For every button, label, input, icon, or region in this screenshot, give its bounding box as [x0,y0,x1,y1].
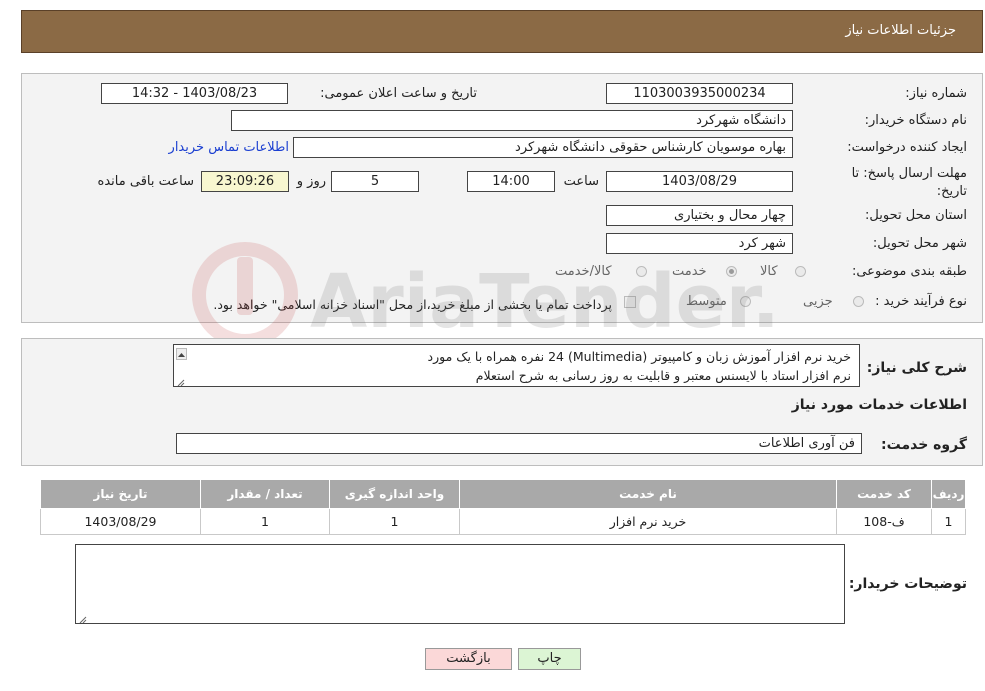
description-label: شرح کلی نیاز: [866,360,967,376]
deadline-label-line1: مهلت ارسال پاسخ: تا [851,166,967,181]
resize-handle-icon[interactable] [79,613,87,623]
col-date-header: تاریخ نیاز [40,479,201,509]
category-goods-radio[interactable] [795,266,806,277]
col-qty-header: تعداد / مقدار [200,479,330,509]
buyer-notes-textarea[interactable] [75,544,845,624]
table-row: 1 ف-108 خرید نرم افزار 1 1 1403/08/29 [40,508,966,535]
page-title: جزئیات اطلاعات نیاز [845,23,956,38]
page-header: جزئیات اطلاعات نیاز [21,10,983,53]
print-button[interactable]: چاپ [518,648,581,670]
service-group-field: فن آوری اطلاعات [176,433,862,454]
days-label: روز و [296,174,326,189]
days-field: 5 [331,171,419,192]
buyer-field: دانشگاه شهرکرد [231,110,793,131]
treasury-payment-checkbox[interactable] [624,296,636,308]
back-button[interactable]: بازگشت [425,648,512,670]
service-group-label: گروه خدمت: [881,437,967,453]
table-header-row: ردیف کد خدمت نام خدمت واحد اندازه گیری ت… [40,479,966,509]
buyer-notes-label: توضیحات خریدار: [848,576,967,592]
services-table: ردیف کد خدمت نام خدمت واحد اندازه گیری ت… [40,479,966,535]
city-label: شهر محل تحویل: [872,236,967,251]
cell-date: 1403/08/29 [40,508,201,535]
purchase-minor-radio[interactable] [853,296,864,307]
cell-qty: 1 [200,508,330,535]
services-title: اطلاعات خدمات مورد نیاز [791,397,967,413]
category-goods-label: کالا [760,264,778,279]
creator-field: بهاره موسویان کارشناس حقوقی دانشگاه شهرک… [293,137,793,158]
resize-handle-icon[interactable] [177,376,185,386]
category-goods-service-radio[interactable] [636,266,647,277]
cell-unit: 1 [329,508,460,535]
remaining-label: ساعت باقی مانده [97,174,194,189]
deadline-time-label: ساعت [563,174,599,189]
category-service-label: خدمت [672,264,707,279]
announce-date-field: 1403/08/23 - 14:32 [101,83,288,104]
purchase-medium-radio[interactable] [740,296,751,307]
col-name-header: نام خدمت [459,479,837,509]
cell-name: خرید نرم افزار [459,508,837,535]
col-unit-header: واحد اندازه گیری [329,479,460,509]
description-line-2: نرم افزار استاد با لایسنس معتبر و قابلیت… [475,368,851,383]
need-number-field: 1103003935000234 [606,83,793,104]
province-field: چهار محال و بختیاری [606,205,793,226]
col-row-header: ردیف [931,479,966,509]
col-code-header: کد خدمت [836,479,932,509]
buyer-label: نام دستگاه خریدار: [864,113,967,128]
province-label: استان محل تحویل: [865,208,967,223]
need-number-label: شماره نیاز: [905,86,967,101]
scroll-up-icon[interactable] [176,348,187,360]
remaining-time-field: 23:09:26 [201,171,289,192]
category-goods-service-label: کالا/خدمت [555,264,612,279]
announce-date-label: تاریخ و ساعت اعلان عمومی: [320,86,477,101]
purchase-minor-label: جزیی [803,294,833,309]
description-textarea[interactable]: خرید نرم افزار آموزش زبان و کامپیوتر (Mu… [173,344,860,387]
city-field: شهر کرد [606,233,793,254]
description-line-1: خرید نرم افزار آموزش زبان و کامپیوتر (Mu… [427,349,851,364]
purchase-medium-label: متوسط [686,294,727,309]
creator-label: ایجاد کننده درخواست: [847,140,967,155]
category-service-radio[interactable] [726,266,737,277]
deadline-time-field: 14:00 [467,171,555,192]
category-label: طبقه بندی موضوعی: [851,264,967,279]
treasury-payment-note: پرداخت تمام یا بخشی از مبلغ خرید،از محل … [213,297,612,312]
cell-row: 1 [931,508,966,535]
deadline-date-field: 1403/08/29 [606,171,793,192]
purchase-type-label: نوع فرآیند خرید : [875,294,967,309]
buyer-contact-link[interactable]: اطلاعات تماس خریدار [169,140,289,155]
cell-code: ف-108 [836,508,932,535]
deadline-label-line2: تاریخ: [936,184,967,199]
